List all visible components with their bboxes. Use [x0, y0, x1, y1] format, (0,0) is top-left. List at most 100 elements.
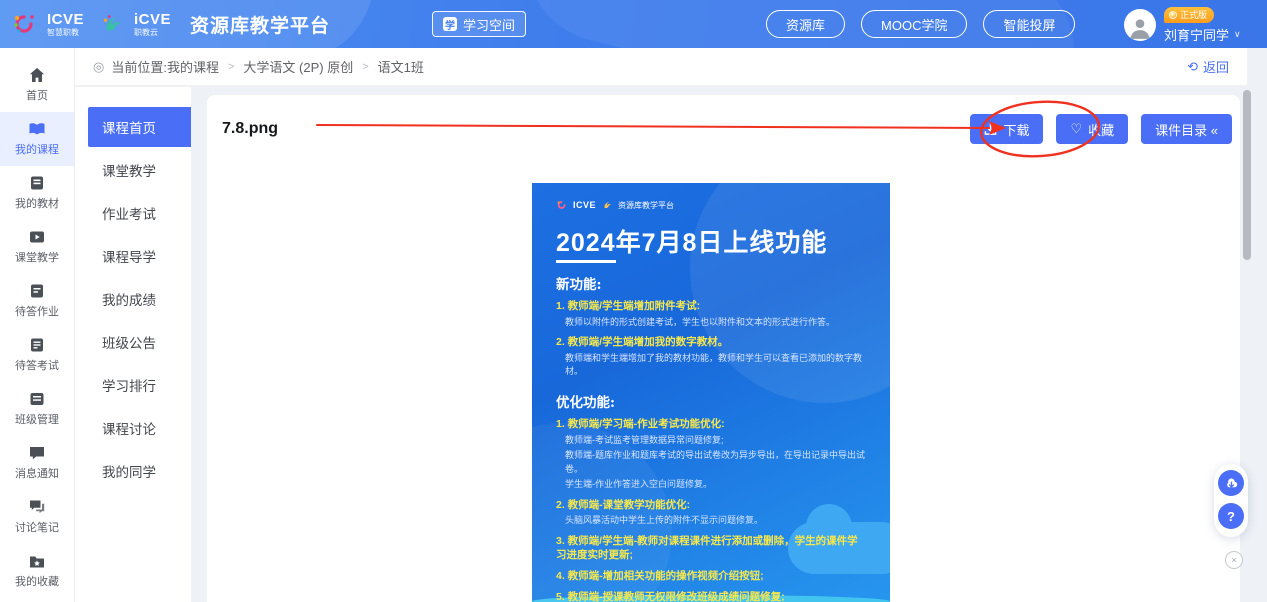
- poster-item: 3. 教师端/学生端-教师对课程课件进行添加或删除，学生的课件学习进度实时更新;: [556, 534, 866, 563]
- poster-item: 2. 教师端/学生端增加我的数字教材。: [556, 335, 866, 350]
- poster-item-detail: 教师端和学生端增加了我的教材功能，教师和学生可以查看已添加的数字教材。: [565, 352, 866, 379]
- poster-item-detail: 教师端-考试监考管理数据异常问题修复;: [565, 434, 866, 448]
- poster-title-underlined: 2024: [556, 229, 616, 263]
- poster-section-heading-0: 新功能:: [556, 273, 866, 293]
- course-menu-item-2[interactable]: 作业考试: [88, 193, 191, 233]
- sidebar-item-label: 我的教材: [15, 195, 59, 211]
- poster-item-detail: 教师端-题库作业和题库考试的导出试卷改为异步导出，在导出记录中导出试卷。: [565, 449, 866, 476]
- platform-title: 资源库教学平台: [190, 11, 330, 38]
- username: 刘育宁同学 ∨: [1164, 25, 1241, 44]
- favorite-label: 收藏: [1088, 120, 1114, 139]
- catalog-button[interactable]: 课件目录 «: [1141, 114, 1232, 144]
- course-menu-item-3[interactable]: 课程导学: [88, 236, 191, 276]
- user-menu[interactable]: 正式版 刘育宁同学 ∨: [1124, 7, 1241, 44]
- header-nav-button-2[interactable]: 智能投屏: [983, 10, 1075, 38]
- breadcrumb-separator: >: [228, 61, 234, 73]
- version-badge-label: 正式版: [1180, 8, 1207, 21]
- username-text: 刘育宁同学: [1164, 25, 1229, 44]
- home-icon: [28, 66, 46, 84]
- header-nav-button-0[interactable]: 资源库: [766, 10, 845, 38]
- download-icon: [984, 123, 997, 136]
- download-label: 下载: [1003, 120, 1029, 139]
- sidebar-item-0[interactable]: 首页: [0, 58, 74, 112]
- content-header: 7.8.png 下载 ♡ 收藏 课件目录 «: [207, 95, 1240, 144]
- course-book-icon: [28, 120, 46, 138]
- icve-zhihuizhijiao-logo-icon: [10, 9, 40, 39]
- back-label: 返回: [1203, 57, 1229, 76]
- poster-section-heading-1: 优化功能:: [556, 391, 866, 411]
- video-icon: [28, 228, 46, 246]
- learning-space-button[interactable]: 学 学习空间: [432, 11, 526, 37]
- logo1-subtitle: 智慧职教: [47, 29, 84, 37]
- course-menu-item-8[interactable]: 我的同学: [88, 451, 191, 491]
- sidebar-item-label: 待答考试: [15, 357, 59, 373]
- sidebar-item-label: 消息通知: [15, 465, 59, 481]
- sidebar-item-7[interactable]: 消息通知: [0, 436, 74, 490]
- sidebar-item-8[interactable]: 讨论笔记: [0, 490, 74, 544]
- course-menu-item-0[interactable]: 课程首页: [88, 107, 191, 147]
- sidebar-item-5[interactable]: 待答考试: [0, 328, 74, 382]
- course-menu-item-5[interactable]: 班级公告: [88, 322, 191, 362]
- course-menu-item-1[interactable]: 课堂教学: [88, 150, 191, 190]
- sidebar-item-label: 首页: [26, 87, 48, 103]
- download-button[interactable]: 下载: [970, 114, 1043, 144]
- sidebar-item-4[interactable]: 待答作业: [0, 274, 74, 328]
- sidebar-item-2[interactable]: 我的教材: [0, 166, 74, 220]
- scrollbar-thumb[interactable]: [1243, 90, 1251, 260]
- course-menu-item-4[interactable]: 我的成绩: [88, 279, 191, 319]
- file-title: 7.8.png: [222, 120, 278, 138]
- course-menu-item-7[interactable]: 课程讨论: [88, 408, 191, 448]
- poster-item: 1. 教师端/学习端-作业考试功能优化:: [556, 417, 866, 432]
- breadcrumb-course[interactable]: 大学语文 (2P) 原创: [243, 57, 353, 76]
- sidebar-item-9[interactable]: 我的收藏: [0, 544, 74, 598]
- back-arrow-icon: ⟲: [1187, 59, 1198, 75]
- float-close-button[interactable]: ×: [1225, 551, 1243, 569]
- floating-toolbar: ?: [1214, 464, 1248, 537]
- breadcrumb-separator: >: [362, 61, 368, 73]
- avatar: [1124, 9, 1156, 41]
- brand: ICVE 智慧职教 iCVE 职教云 资源库教学平台: [10, 0, 330, 48]
- float-download-button[interactable]: [1218, 470, 1244, 496]
- poster-title-rest: 年7月8日上线功能: [616, 229, 828, 257]
- sidebar-item-3[interactable]: 课堂教学: [0, 220, 74, 274]
- sidebar-item-label: 我的收藏: [15, 573, 59, 589]
- poster-brand-left: ICVE: [573, 200, 596, 210]
- poster-item: 1. 教师端/学生端增加附件考试:: [556, 299, 866, 314]
- sidebar-item-label: 讨论笔记: [15, 519, 59, 535]
- poster-item-detail: 学生端-作业作答进入空白问题修复。: [565, 478, 866, 492]
- medal-icon: [1169, 11, 1177, 19]
- content-actions: 下载 ♡ 收藏 课件目录 «: [970, 114, 1232, 144]
- poster-title: 2024年7月8日上线功能: [556, 223, 866, 259]
- chevron-down-icon: ∨: [1234, 29, 1241, 40]
- poster-item-detail: 头脑风暴活动中学生上传的附件不显示问题修复。: [565, 514, 866, 528]
- poster-item: 4. 教师端-增加相关功能的操作视频介绍按钮;: [556, 569, 866, 584]
- catalog-label: 课件目录 «: [1155, 120, 1218, 139]
- poster-item-detail: 教师以附件的形式创建考试，学生也以附件和文本的形式进行作答。: [565, 316, 866, 330]
- poster-body: 新功能: 1. 教师端/学生端增加附件考试: 教师以附件的形式创建考试，学生也以附件…: [556, 273, 866, 602]
- course-menu: 课程首页课堂教学作业考试课程导学我的成绩班级公告学习排行课程讨论我的同学: [75, 87, 191, 602]
- top-header: ICVE 智慧职教 iCVE 职教云 资源库教学平台 学 学习空间 资源库 MOO…: [0, 0, 1267, 48]
- sidebar-item-label: 课堂教学: [15, 249, 59, 265]
- exam-icon: [28, 336, 46, 354]
- float-help-button[interactable]: ?: [1218, 503, 1244, 529]
- back-button[interactable]: ⟲ 返回: [1187, 57, 1229, 76]
- learning-space-label: 学习空间: [463, 15, 515, 34]
- poster-item: 5. 教师端-授课教师无权限修改班级成绩问题修复;: [556, 590, 866, 602]
- logo1-title: ICVE: [47, 12, 84, 27]
- app-root: ICVE 智慧职教 iCVE 职教云 资源库教学平台 学 学习空间 资源库 MOO…: [0, 0, 1267, 602]
- sidebar-item-6[interactable]: 班级管理: [0, 382, 74, 436]
- content-card: 7.8.png 下载 ♡ 收藏 课件目录 «: [207, 95, 1240, 602]
- textbook-icon: [28, 174, 46, 192]
- favorite-button[interactable]: ♡ 收藏: [1056, 114, 1128, 144]
- course-menu-item-6[interactable]: 学习排行: [88, 365, 191, 405]
- poster-logo-icon: [556, 199, 568, 211]
- header-nav-button-1[interactable]: MOOC学院: [861, 10, 967, 38]
- sidebar-item-1[interactable]: 我的课程: [0, 112, 74, 166]
- poster-brand-right: 资源库教学平台: [618, 200, 674, 211]
- logo2-subtitle: 职教云: [134, 29, 171, 37]
- logo2-text: iCVE 职教云: [134, 12, 171, 37]
- homework-icon: [28, 282, 46, 300]
- breadcrumb: ◎ 当前位置:我的课程 > 大学语文 (2P) 原创 > 语文1班 ⟲ 返回: [75, 48, 1247, 86]
- class-icon: [28, 390, 46, 408]
- notes-icon: [28, 498, 46, 516]
